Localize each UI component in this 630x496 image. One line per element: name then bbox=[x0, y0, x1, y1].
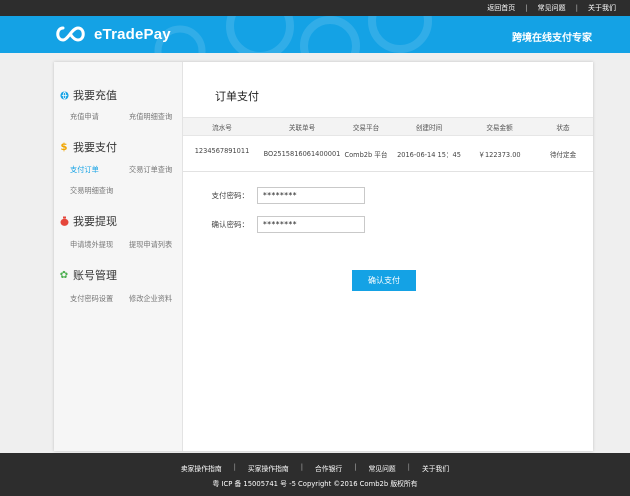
column-header: 创建时间 bbox=[415, 123, 443, 132]
menu-title-recharge: 我要充值 bbox=[59, 88, 117, 102]
menu-group-account: ✿ 账号管理 bbox=[59, 268, 117, 282]
column-header: 关联单号 bbox=[288, 123, 316, 132]
column-header: 交易金额 bbox=[486, 123, 513, 132]
sidebar-item-withdraw-apply[interactable]: 申请境外提现 bbox=[70, 240, 113, 250]
separator: | bbox=[354, 463, 357, 471]
trade-platform: Comb2b 平台 bbox=[344, 150, 388, 159]
sidebar-item-pay-password[interactable]: 支付密码设置 bbox=[70, 294, 113, 304]
created-time: 2016-06-14 15：45 bbox=[397, 150, 461, 159]
site-footer: 卖家操作指南 | 买家操作指南 | 合作银行 | 常见问题 | 关于我们 粤 I… bbox=[0, 453, 630, 496]
footer-link-buyer-guide[interactable]: 买家操作指南 bbox=[248, 463, 289, 473]
dollar-icon: $ bbox=[60, 141, 68, 153]
confirm-password-label: 确认密码： bbox=[211, 220, 250, 229]
status-badge: 待付定金 bbox=[549, 150, 577, 159]
sidebar-item-trade-detail[interactable]: 交易明细查询 bbox=[70, 186, 113, 196]
sidebar: 我要充值 充值申请 充值明细查询 $ 我要支付 支付订单 交易订单查询 交易明细… bbox=[54, 62, 183, 451]
brand-name: eTradePay bbox=[94, 25, 171, 43]
separator: | bbox=[233, 463, 236, 471]
confirm-password-field[interactable] bbox=[257, 216, 365, 233]
menu-title-label: 账号管理 bbox=[73, 269, 117, 282]
menu-title-label: 我要支付 bbox=[73, 141, 117, 154]
site-header: eTradePay 跨境在线支付专家 bbox=[0, 16, 630, 53]
logo[interactable]: eTradePay bbox=[54, 25, 171, 43]
menu-group-pay: $ 我要支付 bbox=[59, 140, 117, 154]
footer-link-faq[interactable]: 常见问题 bbox=[368, 463, 395, 473]
moneybag-icon bbox=[59, 216, 69, 226]
footer-link-seller-guide[interactable]: 卖家操作指南 bbox=[181, 463, 222, 473]
sidebar-item-order-query[interactable]: 交易订单查询 bbox=[129, 165, 172, 175]
separator: | bbox=[525, 4, 528, 12]
copyright: 粤 ICP 备 15005741 号 -5 Copyright ©2016 Co… bbox=[212, 480, 418, 488]
sidebar-item-pay-order[interactable]: 支付订单 bbox=[70, 165, 99, 175]
menu-title-withdraw: 我要提现 bbox=[59, 214, 117, 228]
trade-amount: ￥122373.00 bbox=[478, 150, 521, 159]
globe-icon bbox=[59, 90, 69, 100]
slogan: 跨境在线支付专家 bbox=[512, 33, 592, 44]
confirm-pay-button[interactable]: 确认支付 bbox=[352, 270, 416, 291]
main-card: 我要充值 充值申请 充值明细查询 $ 我要支付 支付订单 交易订单查询 交易明细… bbox=[54, 62, 593, 451]
menu-title-label: 我要充值 bbox=[73, 89, 117, 102]
menu-group-withdraw: 我要提现 bbox=[59, 214, 117, 228]
footer-links: 卖家操作指南 | 买家操作指南 | 合作银行 | 常见问题 | 关于我们 bbox=[0, 463, 630, 473]
column-header: 交易平台 bbox=[352, 123, 380, 132]
sidebar-item-withdraw-list[interactable]: 提现申请列表 bbox=[129, 240, 172, 250]
sidebar-item-recharge-detail[interactable]: 充值明细查询 bbox=[129, 112, 172, 122]
about-link[interactable]: 关于我们 bbox=[588, 3, 616, 13]
top-links: 返回首页 | 常见问题 | 关于我们 bbox=[487, 0, 616, 16]
menu-title-label: 我要提现 bbox=[73, 215, 117, 228]
table-row: 1234567891011 BO2515816061400001 Comb2b … bbox=[183, 136, 593, 172]
column-header: 状态 bbox=[556, 123, 570, 132]
menu-title-account: ✿ 账号管理 bbox=[59, 268, 117, 282]
top-bar: 返回首页 | 常见问题 | 关于我们 bbox=[0, 0, 630, 16]
sidebar-item-recharge-apply[interactable]: 充值申请 bbox=[70, 112, 99, 122]
page-title: 订单支付 bbox=[215, 90, 259, 103]
gear-icon: ✿ bbox=[59, 269, 69, 281]
footer-link-partner-banks[interactable]: 合作银行 bbox=[315, 463, 342, 473]
menu-group-recharge: 我要充值 bbox=[59, 88, 117, 102]
logo-icon bbox=[56, 26, 85, 42]
sidebar-item-edit-company[interactable]: 修改企业资料 bbox=[129, 294, 172, 304]
separator: | bbox=[575, 4, 578, 12]
home-link[interactable]: 返回首页 bbox=[487, 3, 515, 13]
menu-title-pay: $ 我要支付 bbox=[59, 140, 117, 154]
pay-password-field[interactable] bbox=[257, 187, 365, 204]
pay-password-label: 支付密码： bbox=[211, 191, 250, 200]
serial-number: 1234567891011 bbox=[194, 146, 250, 155]
faq-link[interactable]: 常见问题 bbox=[538, 3, 566, 13]
footer-link-about[interactable]: 关于我们 bbox=[422, 463, 449, 473]
separator: | bbox=[407, 463, 410, 471]
content-area: 订单支付 流水号 关联单号 交易平台 创建时间 交易金额 状态 12345678… bbox=[183, 62, 593, 451]
related-order-number: BO2515816061400001 bbox=[263, 149, 341, 158]
separator: | bbox=[300, 463, 303, 471]
